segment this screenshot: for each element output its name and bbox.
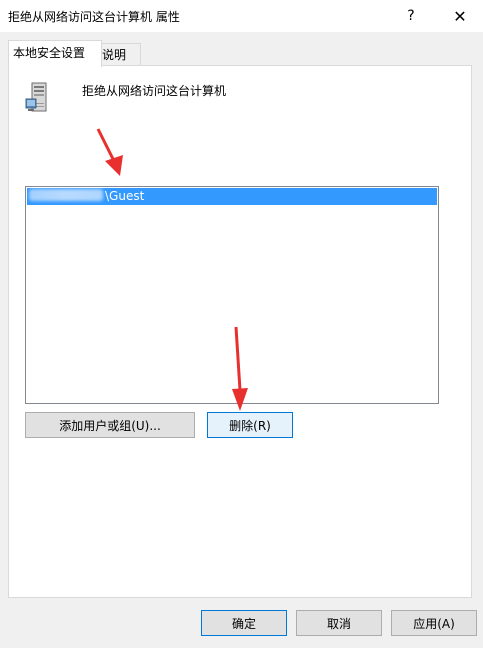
list-item[interactable]: \Guest (27, 188, 437, 205)
close-icon: ✕ (453, 6, 467, 26)
ok-button[interactable]: 确定 (201, 610, 287, 636)
add-user-or-group-button[interactable]: 添加用户或组(U)... (25, 412, 195, 438)
remove-button[interactable]: 删除(R) (207, 412, 293, 438)
tab-explain[interactable]: 说明 (97, 43, 141, 66)
help-button[interactable]: ? (388, 0, 434, 32)
cancel-button[interactable]: 取消 (296, 610, 382, 636)
list-item-label: \Guest (105, 189, 145, 203)
window-title: 拒绝从网络访问这台计算机 属性 (8, 10, 180, 24)
close-button[interactable]: ✕ (437, 0, 483, 32)
apply-button[interactable]: 应用(A) (391, 610, 477, 636)
question-mark-icon: ? (407, 8, 415, 24)
tab-local-security-setting[interactable]: 本地安全设置 (8, 40, 102, 67)
title-bar: 拒绝从网络访问这台计算机 属性 ? ✕ (0, 0, 483, 32)
obscured-computer-name (29, 189, 103, 201)
server-computer-icon (25, 82, 47, 112)
tab-panel: 拒绝从网络访问这台计算机 \Guest 添加用户或组(U)... 删除(R) (8, 65, 472, 598)
user-group-list[interactable]: \Guest (25, 186, 439, 404)
policy-title: 拒绝从网络访问这台计算机 (82, 84, 227, 98)
